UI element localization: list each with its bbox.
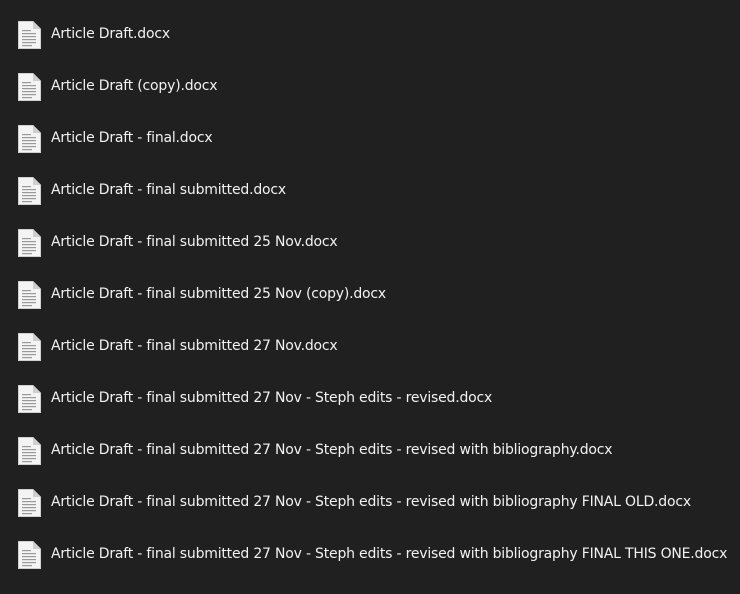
document-icon bbox=[17, 21, 41, 49]
file-item[interactable]: Article Draft - final submitted 25 Nov (… bbox=[0, 269, 740, 321]
file-name: Article Draft - final submitted 27 Nov -… bbox=[51, 494, 691, 510]
file-name: Article Draft (copy).docx bbox=[51, 78, 218, 94]
file-item[interactable]: Article Draft - final submitted 27 Nov -… bbox=[0, 477, 740, 529]
file-name: Article Draft - final submitted 25 Nov (… bbox=[51, 286, 387, 302]
file-list: Article Draft.docx Article Draft (copy).… bbox=[0, 9, 740, 581]
file-name: Article Draft - final submitted.docx bbox=[51, 182, 286, 198]
file-item[interactable]: Article Draft - final submitted 27 Nov -… bbox=[0, 425, 740, 477]
file-item[interactable]: Article Draft - final submitted.docx bbox=[0, 165, 740, 217]
document-icon bbox=[17, 437, 41, 465]
document-icon bbox=[17, 489, 41, 517]
file-item[interactable]: Article Draft - final submitted 27 Nov.d… bbox=[0, 321, 740, 373]
file-item[interactable]: Article Draft - final.docx bbox=[0, 113, 740, 165]
file-name: Article Draft.docx bbox=[51, 26, 170, 42]
document-icon bbox=[17, 281, 41, 309]
file-item[interactable]: Article Draft (copy).docx bbox=[0, 61, 740, 113]
file-name: Article Draft - final.docx bbox=[51, 130, 213, 146]
file-item[interactable]: Article Draft - final submitted 27 Nov -… bbox=[0, 529, 740, 581]
file-item[interactable]: Article Draft - final submitted 27 Nov -… bbox=[0, 373, 740, 425]
file-name: Article Draft - final submitted 27 Nov -… bbox=[51, 442, 613, 458]
file-name: Article Draft - final submitted 25 Nov.d… bbox=[51, 234, 338, 250]
file-name: Article Draft - final submitted 27 Nov.d… bbox=[51, 338, 338, 354]
document-icon bbox=[17, 177, 41, 205]
file-name: Article Draft - final submitted 27 Nov -… bbox=[51, 546, 728, 562]
document-icon bbox=[17, 229, 41, 257]
document-icon bbox=[17, 385, 41, 413]
file-name: Article Draft - final submitted 27 Nov -… bbox=[51, 390, 493, 406]
file-item[interactable]: Article Draft - final submitted 25 Nov.d… bbox=[0, 217, 740, 269]
document-icon bbox=[17, 541, 41, 569]
file-item[interactable]: Article Draft.docx bbox=[0, 9, 740, 61]
document-icon bbox=[17, 333, 41, 361]
document-icon bbox=[17, 125, 41, 153]
document-icon bbox=[17, 73, 41, 101]
